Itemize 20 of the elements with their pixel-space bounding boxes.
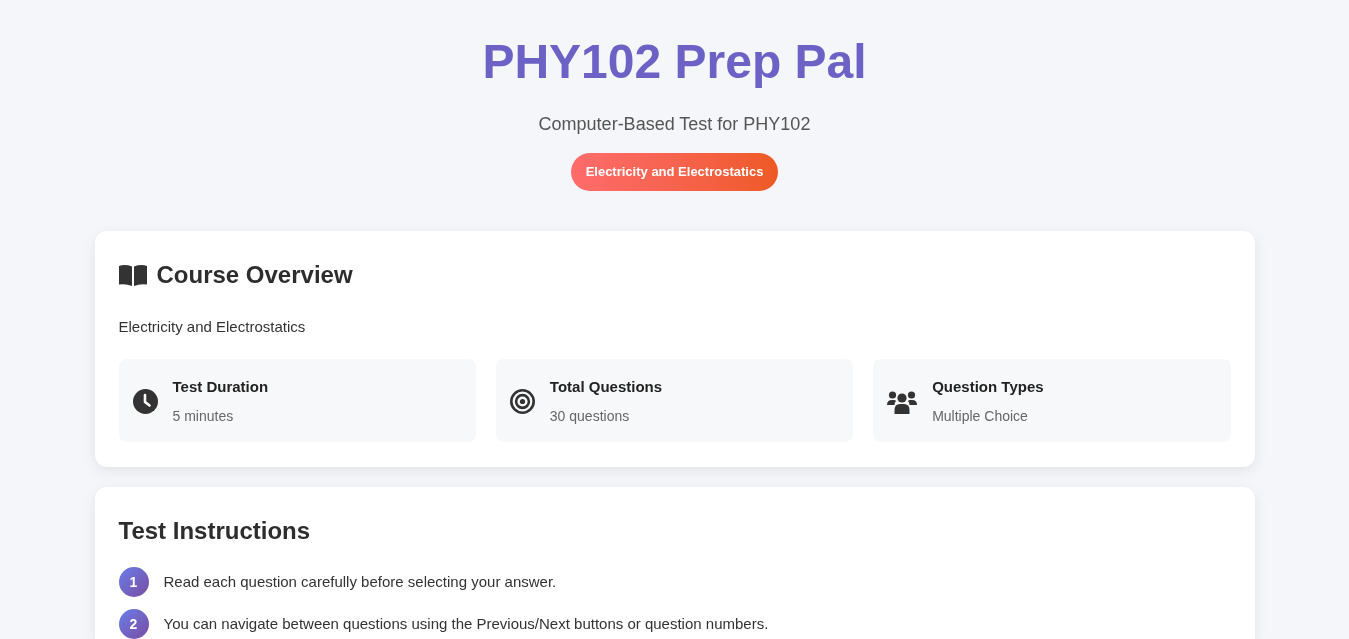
instruction-text: Read each question carefully before selecting your answer. (163, 572, 557, 592)
users-icon (887, 389, 918, 414)
step-number: 1 (118, 567, 149, 597)
section-heading: Course Overview (156, 260, 353, 290)
topic-badge: Electricity and Electrostatics (570, 153, 779, 191)
clock-icon (132, 389, 158, 414)
book-icon (118, 264, 147, 286)
step-number: 2 (118, 609, 149, 639)
app-title: PHY102 Prep Pal (481, 34, 868, 90)
stat-label: Test Duration (172, 377, 269, 397)
stat-label: Question Types (932, 377, 1044, 397)
stat-value: 5 minutes (172, 407, 235, 426)
stat-label: Total Questions (549, 377, 663, 397)
instruction-text: You can navigate between questions using the Previous/Next buttons or question numbers. (163, 614, 769, 634)
stat-value: 30 questions (549, 407, 631, 426)
course-description: Electricity and Electrostatics (118, 317, 307, 337)
stat-value: Multiple Choice (932, 407, 1029, 426)
subtitle: Computer-Based Test for PHY102 (537, 113, 812, 136)
target-icon (509, 389, 535, 414)
section-heading: Test Instructions (118, 516, 312, 546)
